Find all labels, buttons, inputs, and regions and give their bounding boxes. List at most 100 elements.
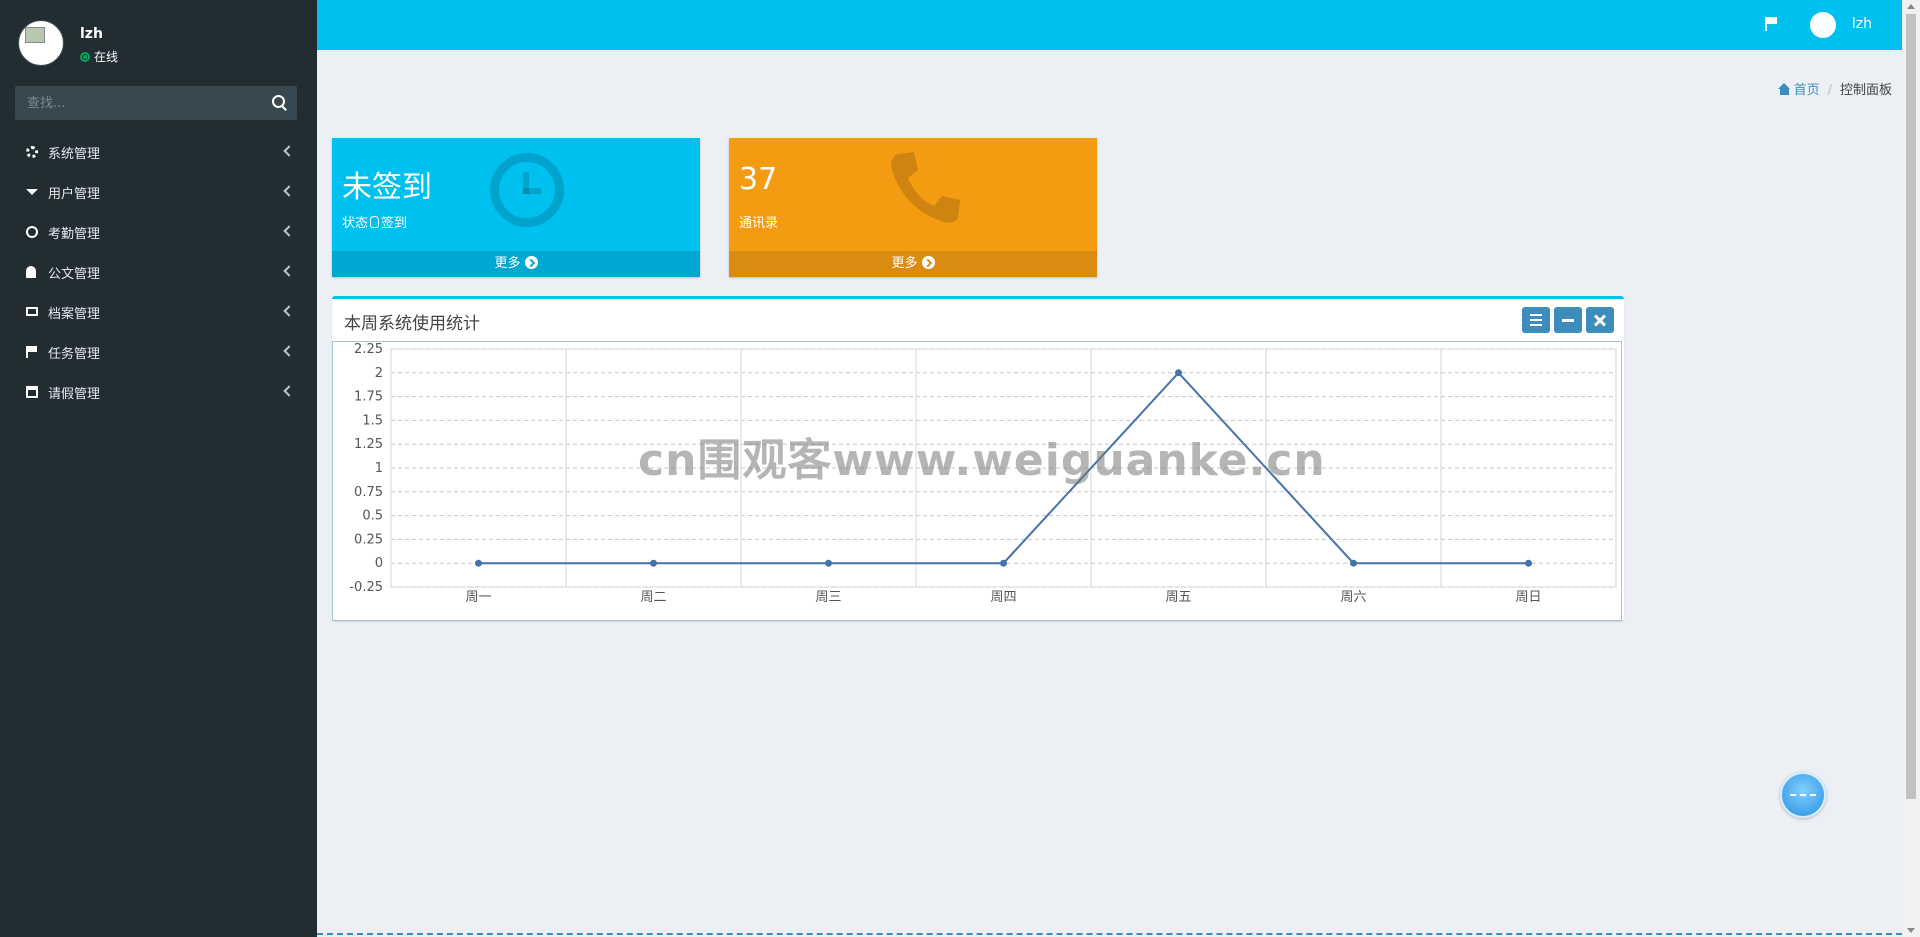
- sidebar-item-label: 请假管理: [48, 387, 101, 402]
- data-point: [1000, 559, 1007, 567]
- menu-bars-button[interactable]: [1522, 307, 1550, 333]
- chevron-left-icon: [283, 185, 295, 197]
- y-tick-label: 0.5: [362, 509, 383, 524]
- sidebar-menu: 系统管理 用户管理 考勤管理 公文管理 档案管理 任务管理 请假管理: [0, 132, 317, 412]
- close-button[interactable]: [1586, 307, 1614, 333]
- y-tick-label: 2: [375, 366, 383, 381]
- user-status: 在线: [80, 48, 118, 65]
- y-tick-label: 0.25: [354, 532, 383, 547]
- home-icon: [1777, 83, 1791, 95]
- envelope-icon: [26, 307, 38, 316]
- data-point: [1525, 559, 1532, 567]
- signin-sub: 状态 签到: [342, 212, 407, 231]
- x-tick-label: 周三: [815, 590, 841, 605]
- collapse-button[interactable]: [1554, 307, 1582, 333]
- y-tick-label: 1: [375, 461, 383, 476]
- breadcrumb: 首页 / 控制面板: [1777, 79, 1892, 98]
- y-tick-label: 1.25: [354, 437, 383, 452]
- scroll-up-icon[interactable]: [1907, 4, 1915, 9]
- data-point: [1175, 369, 1182, 377]
- chevron-left-icon: [283, 145, 295, 157]
- sidebar-item-system[interactable]: 系统管理: [0, 132, 317, 172]
- data-point: [475, 559, 482, 567]
- breadcrumb-separator: /: [1827, 83, 1832, 98]
- chevron-left-icon: [283, 305, 295, 317]
- sidebar-item-attendance[interactable]: 考勤管理: [0, 212, 317, 252]
- chevron-left-icon: [283, 345, 295, 357]
- y-tick-label: 1.75: [354, 390, 383, 405]
- x-tick-label: 周二: [640, 590, 666, 605]
- signin-info-box: 未签到 状态 签到 更多: [332, 138, 700, 277]
- contacts-more-link[interactable]: 更多: [729, 251, 1097, 277]
- box-title: 本周系统使用统计: [344, 314, 480, 334]
- watermark: cn围观客www.weiguanke.cn: [638, 435, 1326, 486]
- phone-icon: [891, 152, 960, 223]
- signin-button[interactable]: 签到: [381, 216, 407, 231]
- x-tick-label: 周一: [465, 590, 491, 605]
- y-tick-label: -0.25: [349, 580, 383, 595]
- breadcrumb-home-label: 首页: [1793, 83, 1820, 98]
- y-tick-label: 1.5: [362, 413, 383, 428]
- clock-icon: [490, 153, 564, 227]
- x-tick-label: 周四: [990, 590, 1016, 605]
- chevron-left-icon: [283, 265, 295, 277]
- flag-icon: [26, 346, 38, 358]
- chevron-left-icon: [283, 385, 295, 397]
- user-avatar[interactable]: [18, 20, 64, 66]
- sidebar-item-label: 考勤管理: [48, 227, 101, 242]
- contacts-label: 通讯录: [739, 216, 779, 231]
- breadcrumb-current: 控制面板: [1839, 83, 1892, 98]
- sidebar: lzh 在线 系统管理 用户管理 考勤管理 公文管理 档案管理: [0, 0, 317, 937]
- gear-icon: [26, 146, 38, 158]
- sidebar-item-users[interactable]: 用户管理: [0, 172, 317, 212]
- contacts-count: 37: [739, 162, 778, 197]
- x-tick-label: 周五: [1165, 590, 1191, 605]
- top-user-name[interactable]: lzh: [1852, 16, 1872, 32]
- box-tools: [1518, 307, 1614, 333]
- x-tick-label: 周日: [1515, 590, 1541, 605]
- sidebar-item-tasks[interactable]: 任务管理: [0, 332, 317, 372]
- scroll-down-icon[interactable]: [1907, 928, 1915, 933]
- y-tick-label: 0.75: [354, 485, 383, 500]
- top-navbar: lzh: [317, 0, 1902, 50]
- user-status-label: 在线: [94, 50, 119, 64]
- clock-icon: [26, 226, 38, 238]
- pointer-icon: [370, 216, 380, 228]
- breadcrumb-home[interactable]: 首页: [1777, 83, 1820, 98]
- arrow-circle-right-icon: [921, 256, 935, 269]
- calendar-icon: [26, 386, 38, 398]
- data-point: [1350, 559, 1357, 567]
- sidebar-item-label: 任务管理: [48, 347, 101, 362]
- more-label: 更多: [891, 256, 918, 271]
- data-point: [650, 559, 657, 567]
- y-tick-label: 2.25: [354, 342, 383, 357]
- sidebar-item-label: 用户管理: [48, 187, 101, 202]
- arrow-circle-right-icon: [524, 256, 538, 269]
- x-tick-label: 周六: [1340, 590, 1366, 605]
- more-label: 更多: [494, 256, 521, 271]
- sidebar-item-leave[interactable]: 请假管理: [0, 372, 317, 412]
- signin-more-link[interactable]: 更多: [332, 251, 700, 277]
- online-status-icon: [80, 52, 90, 62]
- data-point: [825, 559, 832, 567]
- user-name: lzh: [80, 26, 103, 42]
- sidebar-item-label: 公文管理: [48, 267, 101, 282]
- avatar[interactable]: [1810, 12, 1836, 38]
- floating-action-button[interactable]: [1780, 772, 1826, 818]
- sidebar-item-archives[interactable]: 档案管理: [0, 292, 317, 332]
- search-input[interactable]: [15, 86, 255, 120]
- graduation-cap-icon: [26, 189, 38, 195]
- flag-icon[interactable]: [1765, 17, 1777, 31]
- scroll-thumb[interactable]: [1906, 14, 1916, 799]
- user-panel: lzh 在线: [18, 18, 298, 68]
- search-icon[interactable]: [271, 94, 289, 112]
- sidebar-item-label: 档案管理: [48, 307, 101, 322]
- sidebar-search: [15, 86, 297, 120]
- sidebar-item-documents[interactable]: 公文管理: [0, 252, 317, 292]
- sidebar-item-label: 系统管理: [48, 147, 101, 162]
- chevron-left-icon: [283, 225, 295, 237]
- page-scrollbar[interactable]: [1902, 0, 1920, 937]
- y-tick-label: 0: [375, 556, 383, 571]
- signin-status-value: 未签到: [342, 170, 432, 205]
- bell-icon: [26, 266, 36, 278]
